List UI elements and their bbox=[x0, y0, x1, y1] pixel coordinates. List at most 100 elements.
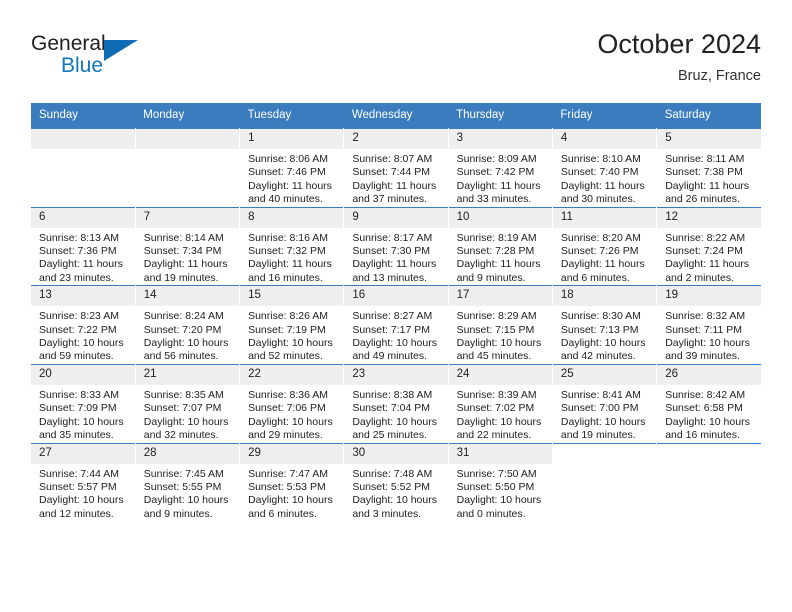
sunrise-text: Sunrise: 8:30 AM bbox=[560, 310, 641, 323]
calendar-day-cell[interactable]: 9 Sunrise: 8:17 AM Sunset: 7:30 PM Daylight… bbox=[343, 206, 449, 286]
sunrise-text: Sunrise: 7:48 AM bbox=[352, 467, 433, 480]
daylight-text-line1: Daylight: 10 hours bbox=[456, 337, 542, 350]
calendar-day-cell[interactable]: 8 Sunrise: 8:16 AM Sunset: 7:32 PM Daylight… bbox=[239, 206, 345, 286]
daylight-text-line2: and 40 minutes. bbox=[248, 193, 323, 206]
day-number: 24 bbox=[448, 364, 552, 385]
calendar-day-cell[interactable]: 22 Sunrise: 8:36 AM Sunset: 7:06 PM Dayligh… bbox=[239, 363, 345, 443]
calendar-day-cell[interactable]: 4 Sunrise: 8:10 AM Sunset: 7:40 PM Daylight… bbox=[552, 128, 658, 208]
calendar-day-cell[interactable]: 21 Sunrise: 8:35 AM Sunset: 7:07 PM Dayligh… bbox=[135, 363, 241, 443]
calendar-day-cell[interactable]: 17 Sunrise: 8:29 AM Sunset: 7:15 PM Dayligh… bbox=[448, 285, 553, 365]
calendar-day-cell[interactable]: 31 Sunrise: 7:50 AM Sunset: 5:50 PM Dayligh… bbox=[448, 442, 553, 522]
day-details: Sunrise: 8:33 AM Sunset: 7:09 PM Daylight:… bbox=[31, 385, 135, 443]
sunset-text: Sunset: 7:07 PM bbox=[143, 402, 222, 415]
daylight-text-line1: Daylight: 10 hours bbox=[456, 494, 542, 507]
sunrise-text: Sunrise: 8:23 AM bbox=[39, 310, 119, 323]
calendar-day-cell[interactable]: 3 Sunrise: 8:09 AM Sunset: 7:42 PM Daylight… bbox=[448, 128, 553, 208]
calendar-day-cell[interactable]: 12 Sunrise: 8:22 AM Sunset: 7:24 PM Dayligh… bbox=[656, 206, 761, 286]
sunrise-text: Sunrise: 8:20 AM bbox=[560, 231, 641, 244]
day-details: Sunrise: 8:09 AM Sunset: 7:42 PM Daylight:… bbox=[449, 149, 552, 207]
day-number bbox=[552, 443, 657, 464]
calendar-day-cell[interactable]: 15 Sunrise: 8:26 AM Sunset: 7:19 PM Dayligh… bbox=[239, 285, 345, 365]
daylight-text-line2: and 35 minutes. bbox=[39, 429, 114, 442]
calendar-week-row: 1 Sunrise: 8:06 AM Sunset: 7:46 PM Daylight… bbox=[31, 128, 761, 208]
calendar-day-cell[interactable]: 28 Sunrise: 7:45 AM Sunset: 5:55 PM Dayligh… bbox=[135, 442, 241, 522]
daylight-text-line2: and 19 minutes. bbox=[143, 271, 219, 284]
calendar-day-cell[interactable]: 2 Sunrise: 8:07 AM Sunset: 7:44 PM Daylight… bbox=[343, 128, 449, 208]
sunset-text: Sunset: 7:06 PM bbox=[248, 402, 326, 415]
day-details: Sunrise: 8:20 AM Sunset: 7:26 PM Daylight:… bbox=[553, 228, 656, 286]
daylight-text-line2: and 2 minutes. bbox=[665, 271, 735, 284]
calendar-cell-empty bbox=[31, 128, 136, 208]
sunrise-text: Sunrise: 8:19 AM bbox=[456, 231, 537, 244]
day-number: 6 bbox=[31, 207, 135, 228]
calendar-day-cell[interactable]: 11 Sunrise: 8:20 AM Sunset: 7:26 PM Dayligh… bbox=[552, 206, 658, 286]
day-number: 13 bbox=[31, 286, 135, 307]
daylight-text-line2: and 29 minutes. bbox=[248, 429, 323, 442]
sunrise-text: Sunrise: 8:14 AM bbox=[143, 231, 224, 244]
calendar-day-cell[interactable]: 24 Sunrise: 8:39 AM Sunset: 7:02 PM Dayligh… bbox=[448, 363, 553, 443]
brand-logo[interactable]: General Blue bbox=[31, 32, 161, 90]
calendar-week-row: 6 Sunrise: 8:13 AM Sunset: 7:36 PM Daylight… bbox=[31, 206, 761, 286]
day-details: Sunrise: 8:30 AM Sunset: 7:13 PM Daylight:… bbox=[553, 306, 656, 364]
calendar-day-cell[interactable]: 13 Sunrise: 8:23 AM Sunset: 7:22 PM Dayligh… bbox=[31, 285, 136, 365]
daylight-text-line2: and 42 minutes. bbox=[560, 350, 636, 363]
day-number: 26 bbox=[657, 364, 761, 385]
sunset-text: Sunset: 5:50 PM bbox=[456, 480, 535, 493]
sunset-text: Sunset: 7:44 PM bbox=[352, 166, 430, 179]
calendar-day-cell[interactable]: 7 Sunrise: 8:14 AM Sunset: 7:34 PM Daylight… bbox=[135, 206, 241, 286]
daylight-text-line2: and 12 minutes. bbox=[39, 507, 114, 520]
calendar-day-cell[interactable]: 5 Sunrise: 8:11 AM Sunset: 7:38 PM Daylight… bbox=[656, 128, 761, 208]
daylight-text-line2: and 37 minutes. bbox=[352, 193, 428, 206]
day-number: 7 bbox=[135, 207, 240, 228]
day-number: 27 bbox=[31, 443, 135, 464]
daylight-text-line2: and 19 minutes. bbox=[560, 429, 636, 442]
calendar-day-cell[interactable]: 1 Sunrise: 8:06 AM Sunset: 7:46 PM Daylight… bbox=[239, 128, 345, 208]
day-number: 23 bbox=[344, 364, 448, 385]
daylight-text-line1: Daylight: 10 hours bbox=[352, 415, 437, 428]
daylight-text-line2: and 33 minutes. bbox=[456, 193, 532, 206]
daylight-text-line1: Daylight: 11 hours bbox=[143, 258, 228, 271]
sunset-text: Sunset: 7:30 PM bbox=[352, 245, 430, 258]
calendar-day-cell[interactable]: 19 Sunrise: 8:32 AM Sunset: 7:11 PM Dayligh… bbox=[656, 285, 761, 365]
day-details: Sunrise: 8:11 AM Sunset: 7:38 PM Daylight:… bbox=[657, 149, 761, 207]
day-details: Sunrise: 8:29 AM Sunset: 7:15 PM Daylight:… bbox=[449, 306, 552, 364]
daylight-text-line1: Daylight: 11 hours bbox=[456, 258, 541, 271]
title-block: October 2024 Bruz, France bbox=[597, 28, 761, 86]
calendar-day-cell[interactable]: 20 Sunrise: 8:33 AM Sunset: 7:09 PM Dayligh… bbox=[31, 363, 136, 443]
daylight-text-line1: Daylight: 11 hours bbox=[456, 179, 541, 192]
daylight-text-line1: Daylight: 10 hours bbox=[143, 415, 229, 428]
sunset-text: Sunset: 7:15 PM bbox=[456, 323, 535, 336]
calendar-day-cell[interactable]: 10 Sunrise: 8:19 AM Sunset: 7:28 PM Dayligh… bbox=[448, 206, 553, 286]
calendar-day-cell[interactable]: 16 Sunrise: 8:27 AM Sunset: 7:17 PM Dayligh… bbox=[343, 285, 449, 365]
weekday-header-saturday: Saturday bbox=[656, 103, 761, 129]
sunrise-text: Sunrise: 8:13 AM bbox=[39, 231, 119, 244]
sunrise-text: Sunrise: 7:47 AM bbox=[248, 467, 329, 480]
day-details: Sunrise: 8:38 AM Sunset: 7:04 PM Daylight:… bbox=[344, 385, 447, 443]
day-number: 14 bbox=[135, 286, 240, 307]
sunrise-text: Sunrise: 8:35 AM bbox=[143, 388, 224, 401]
calendar-day-cell[interactable]: 23 Sunrise: 8:38 AM Sunset: 7:04 PM Dayligh… bbox=[343, 363, 449, 443]
calendar-day-cell[interactable]: 30 Sunrise: 7:48 AM Sunset: 5:52 PM Dayligh… bbox=[343, 442, 449, 522]
brand-word-blue: Blue bbox=[61, 54, 104, 77]
calendar-day-cell[interactable]: 27 Sunrise: 7:44 AM Sunset: 5:57 PM Dayligh… bbox=[31, 442, 136, 522]
calendar-day-cell[interactable]: 14 Sunrise: 8:24 AM Sunset: 7:20 PM Dayligh… bbox=[135, 285, 241, 365]
day-details: Sunrise: 8:10 AM Sunset: 7:40 PM Daylight:… bbox=[553, 149, 656, 207]
calendar-day-cell[interactable]: 29 Sunrise: 7:47 AM Sunset: 5:53 PM Dayligh… bbox=[239, 442, 345, 522]
sunrise-text: Sunrise: 8:41 AM bbox=[560, 388, 641, 401]
sunset-text: Sunset: 7:19 PM bbox=[248, 323, 326, 336]
day-number: 1 bbox=[240, 129, 344, 149]
daylight-text-line1: Daylight: 10 hours bbox=[248, 415, 333, 428]
brand-word-general: General bbox=[31, 32, 106, 55]
calendar-day-cell[interactable]: 18 Sunrise: 8:30 AM Sunset: 7:13 PM Dayligh… bbox=[552, 285, 658, 365]
calendar-grid: Sunday Monday Tuesday Wednesday Thursday… bbox=[31, 103, 761, 522]
daylight-text-line1: Daylight: 10 hours bbox=[352, 494, 437, 507]
sunset-text: Sunset: 7:28 PM bbox=[456, 245, 535, 258]
daylight-text-line1: Daylight: 10 hours bbox=[456, 415, 542, 428]
calendar-day-cell[interactable]: 26 Sunrise: 8:42 AM Sunset: 6:58 PM Dayligh… bbox=[656, 363, 761, 443]
calendar-day-cell[interactable]: 25 Sunrise: 8:41 AM Sunset: 7:00 PM Dayligh… bbox=[552, 363, 658, 443]
sunset-text: Sunset: 7:02 PM bbox=[456, 402, 535, 415]
sunrise-text: Sunrise: 8:26 AM bbox=[248, 310, 329, 323]
calendar-day-cell[interactable]: 6 Sunrise: 8:13 AM Sunset: 7:36 PM Daylight… bbox=[31, 206, 136, 286]
daylight-text-line2: and 23 minutes. bbox=[39, 271, 114, 284]
daylight-text-line1: Daylight: 10 hours bbox=[560, 337, 646, 350]
